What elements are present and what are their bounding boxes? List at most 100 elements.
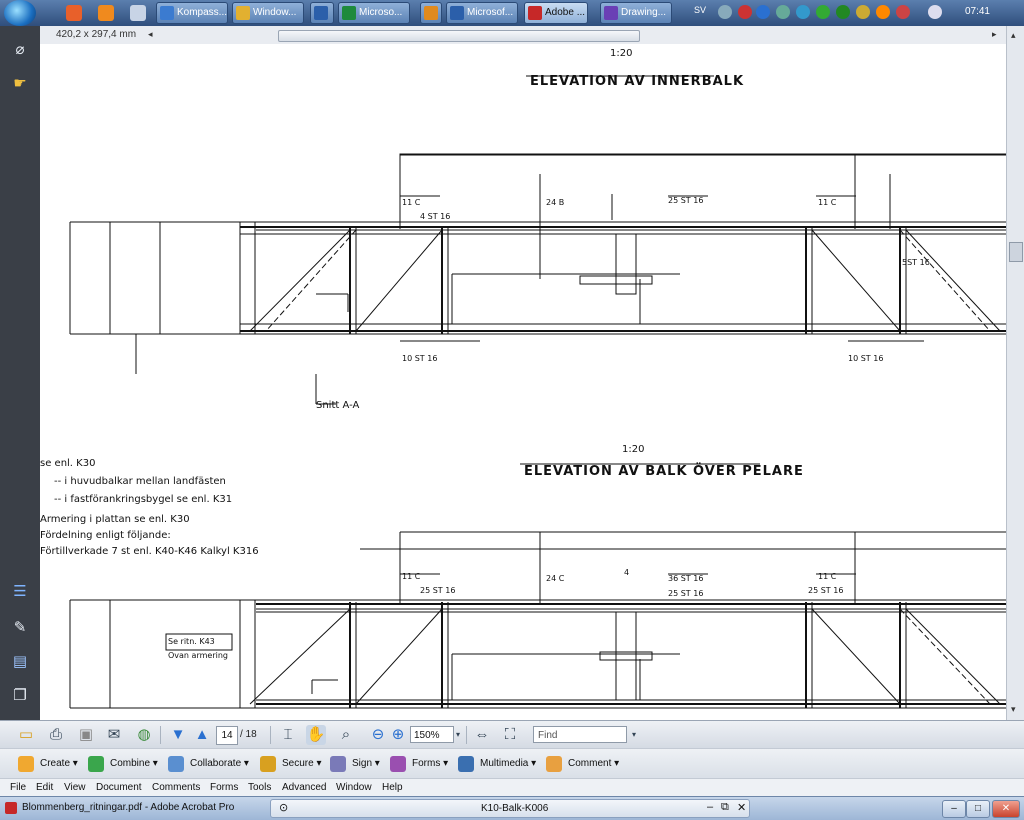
menu-tools[interactable]: Tools — [248, 782, 271, 793]
tray-icon-8[interactable] — [856, 5, 870, 19]
chevron-down-icon[interactable]: ▾ — [448, 725, 468, 745]
hand-tool-icon[interactable]: ✋ — [306, 725, 326, 745]
select-tool-icon[interactable]: ⌶ — [278, 725, 298, 745]
page-up-icon[interactable]: ▲ — [192, 725, 212, 745]
taskbar-task-1[interactable]: Window... — [232, 2, 304, 24]
tray-icon-5[interactable] — [796, 5, 810, 19]
combine-button[interactable]: Combine ▾ — [88, 753, 158, 775]
chevron-down-icon[interactable]: ▾ — [624, 725, 644, 745]
tray-icon-1[interactable] — [718, 5, 732, 19]
minimize-doc-icon[interactable]: – — [707, 801, 713, 813]
sign-icon — [330, 756, 346, 772]
scroll-right-icon[interactable]: ▸ — [992, 29, 997, 40]
horizontal-scrollbar[interactable] — [278, 30, 640, 42]
page-down-icon[interactable]: ▼ — [168, 725, 188, 745]
pages-icon[interactable]: ❐ — [10, 686, 30, 706]
multimedia-button[interactable]: Multimedia ▾ — [458, 753, 536, 775]
section-label: Snitt A-A — [316, 400, 360, 411]
tray-icon-7[interactable] — [836, 5, 850, 19]
secure-button[interactable]: Secure ▾ — [260, 753, 322, 775]
email-icon[interactable]: ✉ — [104, 725, 124, 745]
close-doc-icon[interactable]: ✕ — [737, 801, 746, 814]
task-app-icon — [236, 6, 250, 20]
web-icon[interactable]: ◍ — [134, 725, 154, 745]
open-folder-icon[interactable]: ▭ — [16, 725, 36, 745]
taskbar-task-4[interactable] — [420, 2, 442, 24]
acrobat-icon — [5, 802, 17, 814]
page-toolbar: ▭ ⎙ ▣ ✉ ◍ ▼ ▲ 14 / 18 ⌶ ✋ ⌕ ⊖ ⊕ 150% ▾ ⇔… — [0, 720, 1024, 749]
combine-icon — [88, 756, 104, 772]
menu-comments[interactable]: Comments — [152, 782, 200, 793]
close-button[interactable]: ✕ — [992, 800, 1020, 818]
menu-file[interactable]: File — [10, 782, 26, 793]
zoom-in-icon[interactable]: ⊕ — [388, 725, 408, 745]
scroll-down-icon[interactable]: ▾ — [1011, 704, 1016, 715]
document-page[interactable]: 1:20 ELEVATION AV INNERBALK 1:20 ELEVATI… — [40, 44, 1006, 720]
restore-doc-icon[interactable]: ⧉ — [721, 801, 729, 814]
menu-view[interactable]: View — [64, 782, 86, 793]
signatures-icon[interactable]: ✎ — [10, 618, 30, 638]
fit-width-icon[interactable]: ⇔ — [472, 725, 492, 745]
menu-edit[interactable]: Edit — [36, 782, 53, 793]
fit-page-icon[interactable]: ⛶ — [500, 725, 520, 745]
comment-icon — [546, 756, 562, 772]
save-icon[interactable]: ▣ — [76, 725, 96, 745]
comment-button[interactable]: Comment ▾ — [546, 753, 619, 775]
taskbar-task-5[interactable]: Microsof... — [446, 2, 518, 24]
taskbar-task-2[interactable] — [310, 2, 334, 24]
zoom-out-icon[interactable]: ⊖ — [368, 725, 388, 745]
menu-window[interactable]: Window — [336, 782, 372, 793]
toolbar-separator — [466, 726, 467, 744]
task-app-icon — [424, 6, 438, 20]
scrollbar-thumb[interactable] — [1009, 242, 1023, 262]
scroll-up-icon[interactable]: ▴ — [1011, 30, 1016, 41]
menu-document[interactable]: Document — [96, 782, 142, 793]
menu-advanced[interactable]: Advanced — [282, 782, 326, 793]
taskbar-task-3[interactable]: Microso... — [338, 2, 410, 24]
tray-icon-10[interactable] — [896, 5, 910, 19]
volume-icon[interactable] — [928, 5, 942, 19]
hand-tool-icon[interactable]: ☛ — [10, 74, 30, 94]
quicklaunch-icon[interactable] — [66, 5, 82, 21]
document-tab[interactable]: ⊙ K10-Balk-K006 – ⧉ ✕ — [270, 799, 750, 818]
drawing-label-12: 11 C — [402, 572, 421, 581]
forms-button[interactable]: Forms ▾ — [390, 753, 448, 775]
find-input[interactable]: Find — [533, 726, 627, 743]
drawing-label-3: 10 ST 16 — [848, 354, 884, 363]
zoom-tool-icon[interactable]: ⌕ — [336, 725, 356, 745]
page-number-input[interactable]: 14 — [216, 726, 238, 745]
menu-help[interactable]: Help — [382, 782, 403, 793]
attachments-icon[interactable]: ⌀ — [10, 40, 30, 60]
taskbar-task-6[interactable]: Adobe ... — [524, 2, 588, 24]
vertical-scrollbar[interactable]: ▴ ▾ — [1006, 26, 1024, 720]
pin-icon[interactable]: ⊙ — [279, 801, 288, 814]
tray-icon-9[interactable] — [876, 5, 890, 19]
tray-icon-4[interactable] — [776, 5, 790, 19]
task-label: Drawing... — [621, 7, 667, 18]
note-6: se enl. K30 — [40, 458, 96, 469]
drawing-title-bottom: ELEVATION AV BALK ÖVER PELARE — [524, 464, 804, 479]
tray-icon-6[interactable] — [816, 5, 830, 19]
create-button[interactable]: Create ▾ — [18, 753, 78, 775]
taskbar-task-7[interactable]: Drawing... — [600, 2, 672, 24]
start-button[interactable] — [4, 0, 36, 26]
task-label: Microsof... — [467, 7, 514, 18]
create-icon — [18, 756, 34, 772]
clock[interactable]: 07:41 — [965, 6, 990, 17]
info-icon[interactable] — [756, 5, 770, 19]
print-icon[interactable]: ⎙ — [46, 725, 66, 745]
taskbar-task-0[interactable]: Kompass... — [156, 2, 228, 24]
collaborate-button[interactable]: Collaborate ▾ — [168, 753, 249, 775]
layers-icon[interactable]: ☰ — [10, 582, 30, 602]
media-player-icon[interactable] — [98, 5, 114, 21]
pinwheel-icon[interactable] — [130, 5, 146, 21]
sign-button[interactable]: Sign ▾ — [330, 753, 380, 775]
minimize-button[interactable]: – — [942, 800, 966, 818]
language-indicator[interactable]: SV — [694, 5, 712, 19]
document-tab-title: K10-Balk-K006 — [481, 803, 549, 814]
tray-icon-2[interactable] — [738, 5, 752, 19]
maximize-button[interactable]: □ — [966, 800, 990, 818]
menu-forms[interactable]: Forms — [210, 782, 238, 793]
scroll-left-icon[interactable]: ◂ — [148, 29, 153, 40]
bookmarks-icon[interactable]: ▤ — [10, 652, 30, 672]
